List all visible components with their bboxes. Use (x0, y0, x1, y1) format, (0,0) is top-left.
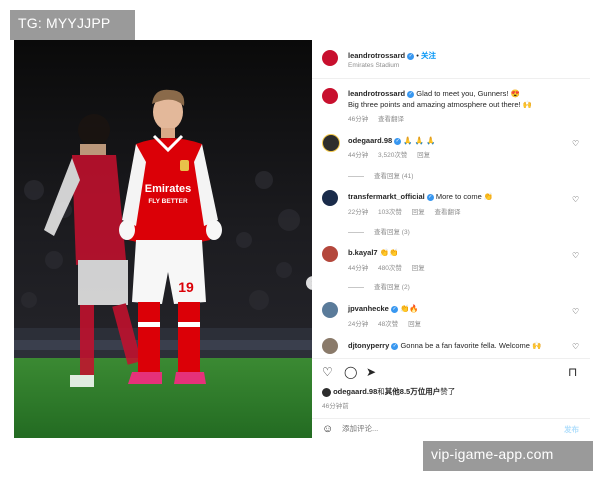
comment-heart-icon[interactable]: ♡ (572, 252, 580, 260)
emoji-icon[interactable]: ☺ (322, 423, 333, 435)
caption-text-line1: Glad to meet you, Gunners! 😍 (416, 89, 520, 98)
verified-icon: ✓ (391, 342, 399, 350)
caption-translate-link[interactable]: 查看翻译 (378, 116, 404, 123)
caption-meta: 46分钟 查看翻译 (348, 113, 412, 123)
comment-text: More to come 👏 (435, 192, 494, 201)
comment-line: transfermarkt_official ✓ More to come 👏 (348, 192, 493, 201)
follow-button[interactable]: 关注 (421, 51, 436, 60)
comment-username[interactable]: odegaard.98 (348, 136, 392, 145)
watermark-top-left: TG: MYYJJPP (10, 10, 135, 40)
author-avatar[interactable] (322, 50, 338, 66)
comment-username[interactable]: djtonyperry (348, 341, 389, 350)
comment-line: odegaard.98 ✓ 🙏 🙏 🙏 (348, 136, 436, 145)
comment-reply-button[interactable]: 回复 (412, 265, 425, 272)
comment-time: 44分钟 (348, 265, 369, 272)
likes-username[interactable]: odegaard.98 (333, 387, 377, 396)
caption-avatar[interactable] (322, 88, 338, 104)
likes-summary: odegaard.98和其他8.5万位用户赞了 (322, 386, 455, 397)
comment-username[interactable]: transfermarkt_official (348, 192, 425, 201)
comment-username[interactable]: b.kayal7 (348, 248, 378, 257)
watermark-bottom-right: vip-igame-app.com (423, 441, 593, 471)
caption-time: 46分钟 (348, 116, 369, 123)
post-header: leandrotrossard ✓ • 关注 Emirates Stadium (312, 40, 590, 79)
post-photo[interactable]: Emirates FLY BETTER 19 › (14, 40, 312, 438)
post-actions: ♡ ◯ ➤ ⊓ (312, 358, 590, 379)
comment-line: b.kayal7 👏👏 (348, 248, 398, 257)
caption: leandrotrossard ✓ Glad to meet you, Gunn… (348, 88, 578, 110)
comment-avatar[interactable] (322, 338, 338, 354)
comment-avatar[interactable] (322, 246, 338, 262)
page: Emirates FLY BETTER 19 › (0, 0, 600, 480)
share-icon[interactable]: ➤ (366, 366, 376, 378)
comment-reply-button[interactable]: 回复 (412, 209, 425, 216)
caption-username[interactable]: leandrotrossard (348, 89, 405, 98)
comment-meta: 22分钟 103次赞 回复 查看翻译 (348, 206, 469, 216)
jersey-sponsor-text: Emirates (145, 183, 191, 195)
separator-dot: • (416, 51, 419, 60)
verified-icon: ✓ (394, 137, 402, 145)
comment-likes[interactable]: 480次赞 (378, 265, 402, 272)
comment-avatar[interactable] (322, 134, 340, 152)
comment-likes[interactable]: 103次赞 (378, 209, 402, 216)
comment-input[interactable] (342, 423, 542, 434)
verified-icon: ✓ (390, 305, 398, 313)
comment-heart-icon[interactable]: ♡ (572, 308, 580, 316)
comment-time: 44分钟 (348, 152, 369, 159)
comment-heart-icon[interactable]: ♡ (572, 343, 580, 351)
comment-heart-icon[interactable]: ♡ (572, 140, 580, 148)
comment-heart-icon[interactable]: ♡ (572, 196, 580, 204)
caption-text-line2: Big three points and amazing atmosphere … (348, 100, 533, 109)
comment-meta: 24分钟 48次赞 回复 (348, 318, 429, 328)
shorts-number: 19 (178, 279, 194, 295)
comment-meta: 44分钟 3,520次赞 回复 (348, 149, 438, 159)
comment-time: 22分钟 (348, 209, 369, 216)
comment-reply-button[interactable]: 回复 (408, 321, 421, 328)
comment-avatar[interactable] (322, 190, 338, 206)
likes-others-link[interactable]: 其他8.5万位用户 (385, 387, 440, 396)
jersey-sponsor-subtext: FLY BETTER (148, 198, 188, 205)
comment-text: 👏🔥 (400, 304, 419, 313)
view-replies-link[interactable]: 查看回复 (3) (348, 226, 410, 236)
post-comment-button[interactable]: 发布 (564, 424, 579, 435)
comment-username[interactable]: jpvanhecke (348, 304, 389, 313)
comment-line: djtonyperry ✓ Gonna be a fan favorite fe… (348, 341, 541, 350)
likes-connector: 和 (377, 387, 385, 396)
comment-line: jpvanhecke ✓ 👏🔥 (348, 304, 419, 313)
post-side-panel: leandrotrossard ✓ • 关注 Emirates Stadium … (312, 40, 590, 438)
comment-avatar[interactable] (322, 302, 338, 318)
location-link[interactable]: Emirates Stadium (348, 62, 399, 69)
verified-icon: ✓ (407, 52, 415, 60)
heart-icon[interactable]: ♡ (322, 366, 333, 378)
view-replies-link[interactable]: 查看回复 (41) (348, 170, 413, 180)
comment-meta: 44分钟 480次赞 回复 (348, 262, 433, 272)
comment-likes[interactable]: 3,520次赞 (378, 152, 407, 159)
comment-icon[interactable]: ◯ (344, 366, 357, 378)
comment-likes[interactable]: 48次赞 (378, 321, 398, 328)
post-time: 46分钟前 (322, 403, 349, 410)
photo-scene: Emirates FLY BETTER 19 (14, 40, 312, 438)
comment-time: 24分钟 (348, 321, 369, 328)
view-replies-link[interactable]: 查看回复 (2) (348, 281, 410, 291)
likes-end: 赞了 (440, 387, 456, 396)
author-line: leandrotrossard ✓ • 关注 (348, 50, 436, 61)
comment-translate-link[interactable]: 查看翻译 (435, 209, 461, 216)
verified-icon: ✓ (407, 90, 415, 98)
comment-text: 👏👏 (379, 248, 399, 257)
likes-avatar (322, 387, 331, 397)
comment-text: Gonna be a fan favorite fella. Welcome 🙌 (400, 341, 542, 350)
author-username[interactable]: leandrotrossard (348, 51, 405, 60)
verified-icon: ✓ (426, 193, 434, 201)
comment-reply-button[interactable]: 回复 (417, 152, 430, 159)
comment-text: 🙏 🙏 🙏 (403, 136, 436, 145)
add-comment-bar: ☺ 发布 (312, 418, 590, 439)
bookmark-icon[interactable]: ⊓ (568, 366, 577, 378)
